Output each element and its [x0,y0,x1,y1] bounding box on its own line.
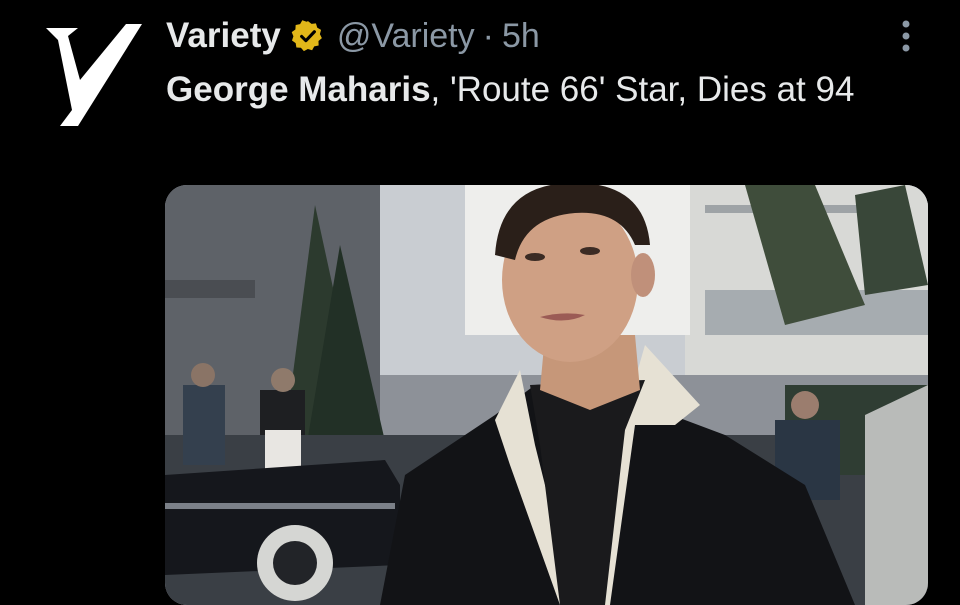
tweet-rest-text: , 'Route 66' Star, Dies at 94 [430,70,855,109]
tweet-timestamp[interactable]: 5h [502,17,540,56]
tweet-text: George Maharis, 'Route 66' Star, Dies at… [166,68,926,112]
actor-photo-image [165,185,928,605]
account-handle[interactable]: @Variety [337,17,475,56]
variety-logo-avatar[interactable] [38,18,148,128]
separator-dot: · [482,16,494,55]
more-options-icon [902,20,910,52]
account-name[interactable]: Variety [166,16,281,56]
tweet-media-photo[interactable] [165,185,928,605]
more-options-button[interactable] [892,16,920,56]
verified-badge-icon[interactable] [291,19,325,53]
tweet-header: Variety @Variety · 5h [166,14,540,58]
variety-v-logo-icon [46,24,142,126]
tweet-bold-text: George Maharis [166,70,431,109]
